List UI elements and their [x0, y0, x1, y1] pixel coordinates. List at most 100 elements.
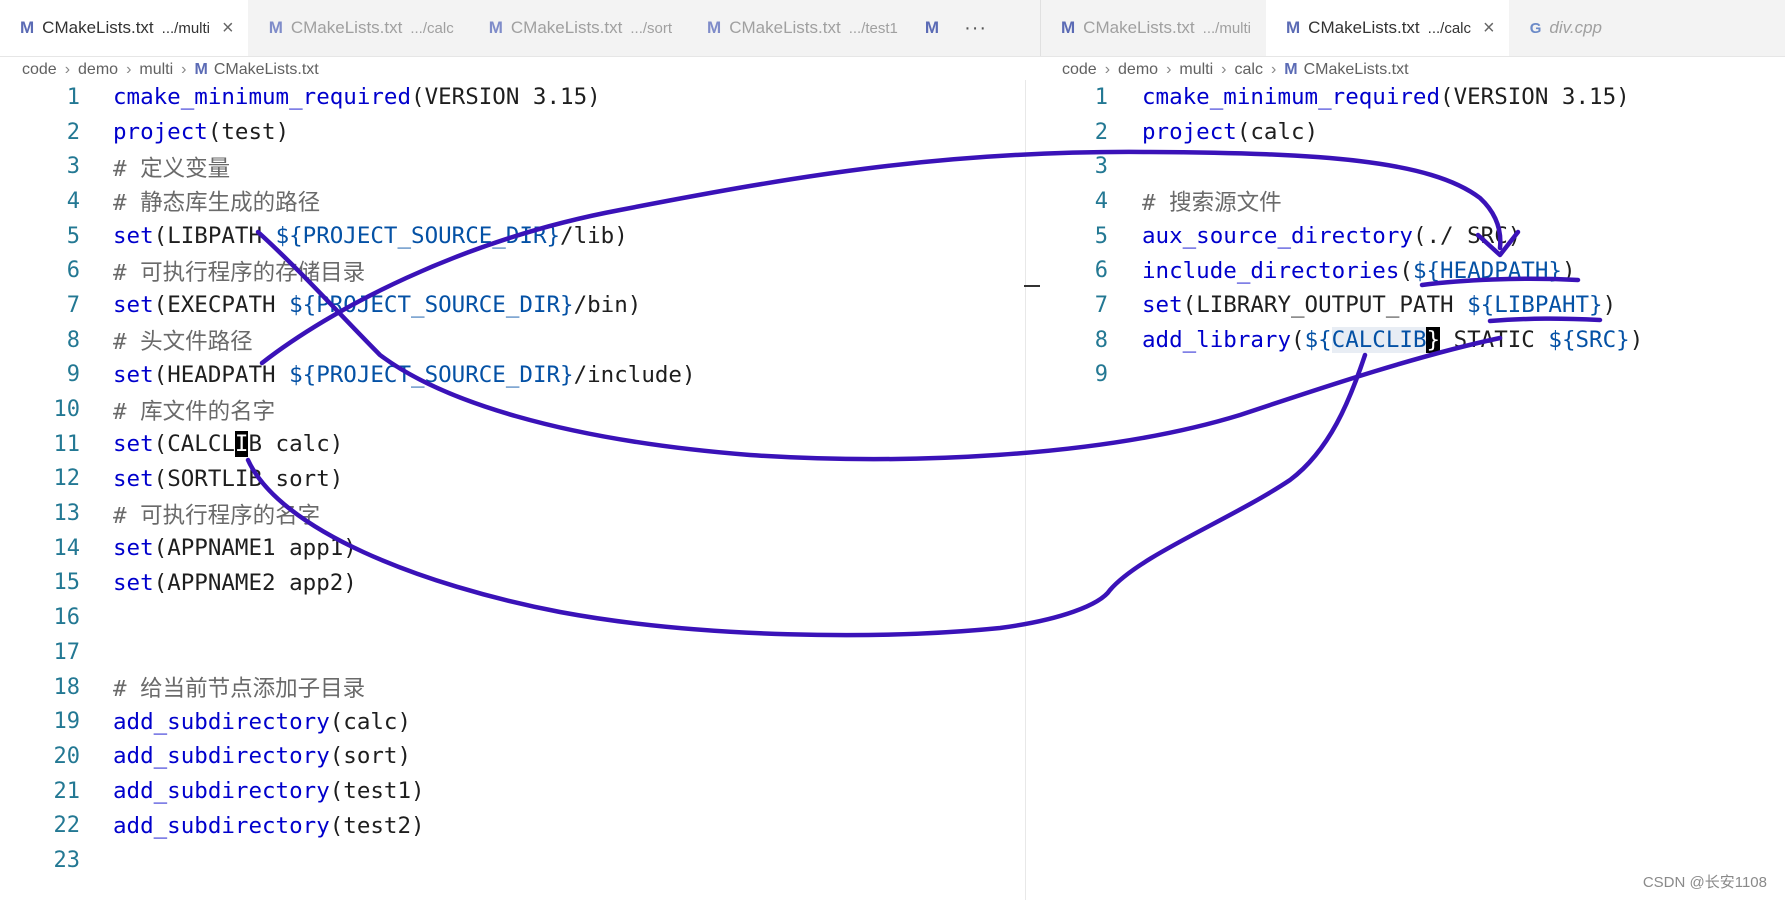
text-cursor: I — [234, 431, 249, 458]
pane-divider[interactable] — [1025, 80, 1026, 900]
line-text[interactable]: # 给当前节点添加子目录 — [113, 671, 365, 703]
code-line[interactable]: 19 add_subdirectory(calc) — [0, 704, 1025, 739]
chevron-right-icon: › — [181, 61, 187, 78]
line-text[interactable]: include_directories(${HEADPATH}) — [1142, 258, 1576, 284]
line-text[interactable]: set(EXECPATH ${PROJECT_SOURCE_DIR}/bin) — [113, 292, 641, 318]
line-number: 23 — [53, 847, 81, 873]
code-line[interactable]: 11 set(CALCLIB calc) — [0, 427, 1025, 462]
tab-label: CMakeLists.txt — [729, 18, 841, 37]
line-number: 8 — [1094, 327, 1108, 353]
close-icon[interactable]: × — [1483, 17, 1495, 40]
code-line[interactable]: 23 — [0, 843, 1025, 878]
code-line[interactable]: 9 set(HEADPATH ${PROJECT_SOURCE_DIR}/incl… — [0, 358, 1025, 393]
code-line[interactable]: 6 # 可执行程序的存储目录 — [0, 253, 1025, 288]
line-text[interactable]: cmake_minimum_required(VERSION 3.15) — [1142, 84, 1630, 110]
tab-dir: .../multi — [1202, 19, 1251, 37]
code-line[interactable]: 18 # 给当前节点添加子目录 — [0, 670, 1025, 705]
breadcrumb-item[interactable]: CMakeLists.txt — [1304, 61, 1409, 79]
line-text[interactable]: set(LIBRARY_OUTPUT_PATH ${LIBPAHT}) — [1142, 292, 1616, 318]
breadcrumb-item[interactable]: multi — [139, 61, 173, 79]
tab-multi-cmakelists[interactable]: M CMakeLists.txt .../multi × — [0, 0, 249, 56]
line-text[interactable]: cmake_minimum_required(VERSION 3.15) — [113, 84, 601, 110]
line-text[interactable]: project(calc) — [1142, 119, 1318, 145]
cmake-file-icon: M — [707, 18, 722, 37]
code-line[interactable]: 4 # 搜索源文件 — [1040, 184, 1785, 219]
tab-truncated[interactable]: M — [913, 0, 957, 56]
code-line[interactable]: 15 set(APPNAME2 app2) — [0, 566, 1025, 601]
left-tab-strip: M CMakeLists.txt .../multi × M CMakeList… — [0, 0, 1040, 56]
more-tabs-button[interactable]: ··· — [956, 0, 997, 56]
line-number: 17 — [53, 639, 81, 665]
line-text[interactable]: set(CALCLIB calc) — [113, 431, 343, 458]
code-line[interactable]: 22 add_subdirectory(test2) — [0, 808, 1025, 843]
tab-sort-cmakelists[interactable]: M CMakeLists.txt .../sort — [469, 0, 688, 56]
line-text[interactable]: # 可执行程序的名字 — [113, 498, 320, 530]
tab-multi-cmakelists[interactable]: M CMakeLists.txt .../multi — [1041, 0, 1266, 56]
line-text[interactable]: aux_source_directory(./ SRC) — [1142, 223, 1521, 249]
tab-dir: .../calc — [1427, 19, 1472, 37]
code-line[interactable]: 8 # 头文件路径 — [0, 323, 1025, 358]
tab-test1-cmakelists[interactable]: M CMakeLists.txt .../test1 — [687, 0, 913, 56]
code-line[interactable]: 6 include_directories(${HEADPATH}) — [1040, 253, 1785, 288]
tab-label: CMakeLists.txt — [1083, 18, 1195, 37]
line-text[interactable]: set(LIBPATH ${PROJECT_SOURCE_DIR}/lib) — [113, 223, 628, 249]
tab-calc-cmakelists[interactable]: M CMakeLists.txt .../calc × — [1266, 0, 1510, 56]
line-text[interactable]: add_subdirectory(sort) — [113, 743, 411, 769]
code-line[interactable]: 5 aux_source_directory(./ SRC) — [1040, 219, 1785, 254]
breadcrumb-item[interactable]: multi — [1179, 61, 1213, 79]
code-line[interactable]: 7 set(EXECPATH ${PROJECT_SOURCE_DIR}/bin) — [0, 288, 1025, 323]
close-icon[interactable]: × — [222, 17, 234, 40]
line-number: 4 — [1094, 188, 1108, 214]
line-text[interactable]: project(test) — [113, 119, 289, 145]
breadcrumb-item[interactable]: code — [1062, 61, 1097, 79]
line-text[interactable]: set(SORTLIB sort) — [113, 466, 343, 492]
breadcrumb-item[interactable]: demo — [1118, 61, 1158, 79]
tab-bar: M CMakeLists.txt .../multi × M CMakeList… — [0, 0, 1785, 57]
editor-left[interactable]: 1 cmake_minimum_required(VERSION 3.15) 2 pr… — [0, 80, 1025, 878]
code-line[interactable]: 16 — [0, 600, 1025, 635]
code-line[interactable]: 9 — [1040, 358, 1785, 393]
code-line[interactable]: 20 add_subdirectory(sort) — [0, 739, 1025, 774]
line-text[interactable]: # 定义变量 — [113, 151, 230, 183]
line-text[interactable]: add_library(${CALCLIB} STATIC ${SRC}) — [1142, 327, 1643, 354]
tab-div-cpp[interactable]: G div.cpp — [1510, 0, 1617, 56]
line-text[interactable]: set(APPNAME1 app1) — [113, 535, 357, 561]
code-line[interactable]: 17 — [0, 635, 1025, 670]
line-text[interactable]: # 头文件路径 — [113, 324, 253, 356]
line-text[interactable]: add_subdirectory(test2) — [113, 813, 425, 839]
code-line[interactable]: 2 project(calc) — [1040, 115, 1785, 150]
code-line[interactable]: 7 set(LIBRARY_OUTPUT_PATH ${LIBPAHT}) — [1040, 288, 1785, 323]
line-text[interactable]: set(HEADPATH ${PROJECT_SOURCE_DIR}/inclu… — [113, 362, 696, 388]
code-line[interactable]: 12 set(SORTLIB sort) — [0, 462, 1025, 497]
tab-dir: .../calc — [410, 19, 454, 37]
editor-right[interactable]: 1 cmake_minimum_required(VERSION 3.15) 2 pr… — [1040, 80, 1785, 392]
line-text[interactable]: # 库文件的名字 — [113, 394, 275, 426]
breadcrumb-item[interactable]: demo — [78, 61, 118, 79]
code-line[interactable]: 21 add_subdirectory(test1) — [0, 774, 1025, 809]
cmake-file-icon: M — [194, 61, 208, 78]
code-line[interactable]: 10 # 库文件的名字 — [0, 392, 1025, 427]
code-line[interactable]: 8 add_library(${CALCLIB} STATIC ${SRC}) — [1040, 323, 1785, 358]
code-line[interactable]: 3 # 定义变量 — [0, 149, 1025, 184]
cmake-file-icon: M — [20, 18, 35, 37]
line-text[interactable]: # 可执行程序的存储目录 — [113, 255, 365, 287]
code-line[interactable]: 14 set(APPNAME1 app1) — [0, 531, 1025, 566]
line-text[interactable]: set(APPNAME2 app2) — [113, 570, 357, 596]
code-line[interactable]: 1 cmake_minimum_required(VERSION 3.15) — [1040, 80, 1785, 115]
line-text[interactable]: # 搜索源文件 — [1142, 185, 1282, 217]
code-line[interactable]: 2 project(test) — [0, 115, 1025, 150]
code-line[interactable]: 1 cmake_minimum_required(VERSION 3.15) — [0, 80, 1025, 115]
breadcrumb-item[interactable]: CMakeLists.txt — [214, 61, 319, 79]
line-number: 15 — [53, 570, 81, 596]
code-line[interactable]: 4 # 静态库生成的路径 — [0, 184, 1025, 219]
breadcrumb-item[interactable]: calc — [1235, 61, 1263, 79]
tab-calc-cmakelists[interactable]: M CMakeLists.txt .../calc — [249, 0, 469, 56]
code-line[interactable]: 5 set(LIBPATH ${PROJECT_SOURCE_DIR}/lib) — [0, 219, 1025, 254]
line-text[interactable]: add_subdirectory(calc) — [113, 709, 411, 735]
code-line[interactable]: 13 # 可执行程序的名字 — [0, 496, 1025, 531]
line-number: 21 — [53, 778, 81, 804]
breadcrumb-item[interactable]: code — [22, 61, 57, 79]
code-line[interactable]: 3 — [1040, 149, 1785, 184]
line-text[interactable]: # 静态库生成的路径 — [113, 185, 320, 217]
line-text[interactable]: add_subdirectory(test1) — [113, 778, 425, 804]
